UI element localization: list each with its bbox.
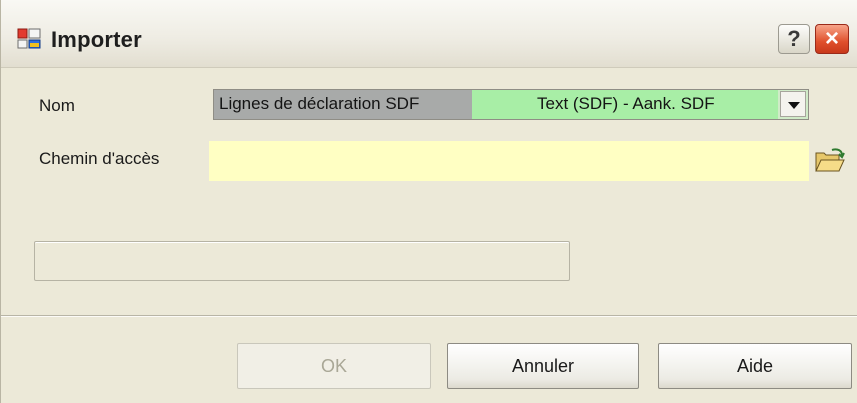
nom-dropdown[interactable]: Lignes de déclaration SDF Text (SDF) - A… (213, 89, 809, 120)
browse-folder-button[interactable] (813, 147, 847, 177)
nom-label: Nom (39, 96, 75, 115)
close-button[interactable]: × (815, 24, 849, 54)
import-progress-bar (34, 241, 570, 281)
help-text-button[interactable]: Aide (658, 343, 852, 389)
chevron-down-icon (788, 102, 800, 109)
ok-button[interactable]: OK (237, 343, 431, 389)
nom-value-type: Text (SDF) - Aank. SDF (537, 94, 715, 113)
nom-value-text: Lignes de déclaration SDF (219, 94, 420, 113)
window-title: Importer (51, 27, 142, 52)
nom-dropdown-button[interactable] (780, 91, 806, 117)
help-button[interactable]: ? (778, 24, 810, 54)
nom-selected-value[interactable]: Lignes de déclaration SDF Text (SDF) - A… (214, 90, 778, 119)
chemin-input[interactable] (209, 141, 809, 181)
title-bar[interactable]: Importer ? × (1, 0, 857, 68)
open-folder-icon (813, 148, 847, 181)
close-icon: × (824, 25, 839, 52)
importer-dialog: Importer ? × Nom Lignes de déclaration S… (0, 0, 857, 403)
chemin-label: Chemin d'accès (39, 149, 160, 168)
button-area-divider (1, 315, 857, 317)
cancel-button[interactable]: Annuler (447, 343, 639, 389)
importer-app-icon (17, 28, 43, 50)
